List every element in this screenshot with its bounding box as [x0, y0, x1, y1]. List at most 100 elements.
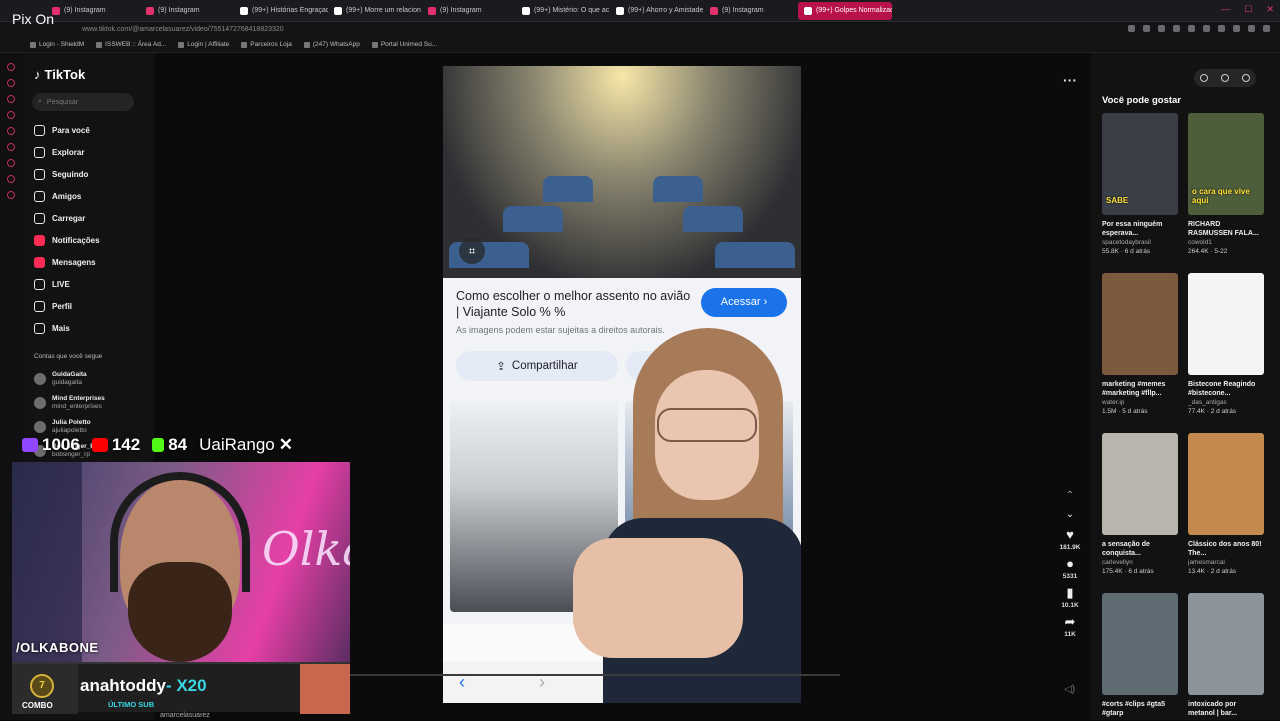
suggested-video-card[interactable]: a sensação de conquista... carlevellyn 175… — [1102, 433, 1178, 575]
video-title[interactable]: Clássico dos anos 80! The... — [1188, 540, 1264, 558]
video-progress-bar[interactable] — [350, 674, 840, 676]
minimize-icon[interactable]: — — [1221, 4, 1230, 15]
nav-label: Para você — [52, 125, 90, 135]
video-thumbnail[interactable] — [1102, 433, 1178, 535]
sidebar-app-icon[interactable] — [7, 191, 15, 199]
video-title[interactable]: Por essa ninguém esperava... — [1102, 220, 1178, 238]
nav-item[interactable]: Para você — [34, 119, 146, 141]
address-bar[interactable]: www.tiktok.com/@amarcelasuarez/video/755… — [0, 22, 1280, 37]
sidebar-app-icon[interactable] — [7, 143, 15, 151]
extension-icon[interactable] — [1128, 25, 1135, 32]
video-thumbnail[interactable]: SABE — [1102, 113, 1178, 215]
sidebar-app-icon[interactable] — [7, 175, 15, 183]
suggested-video-card[interactable]: SABE Por essa ninguém esperava... spacetod… — [1102, 113, 1178, 255]
nav-item[interactable]: Carregar — [34, 207, 146, 229]
save-action[interactable]: ▮ 10.1K — [1061, 586, 1078, 610]
access-button[interactable]: Acessar › — [701, 288, 787, 317]
bookmark-item[interactable]: Parceiros Loja — [241, 41, 292, 48]
extension-icon[interactable] — [1233, 25, 1240, 32]
browser-tab[interactable]: (99+) Mistério: O que ac — [516, 2, 610, 20]
video-title[interactable]: RICHARD RASMUSSEN FALA... — [1188, 220, 1264, 238]
browser-tab[interactable]: (9) Instagram — [422, 2, 516, 20]
video-author[interactable]: amarcelasuarez — [160, 712, 210, 719]
maximize-icon[interactable]: ☐ — [1244, 4, 1252, 15]
browser-tab[interactable]: (99+) Morre um relacion — [328, 2, 422, 20]
comment-action[interactable]: ● 5331 — [1063, 557, 1077, 581]
video-author[interactable]: carlevellyn — [1102, 559, 1178, 566]
chevron-down-icon[interactable]: ⌄ — [1066, 509, 1074, 520]
nav-item[interactable]: Explorar — [34, 141, 146, 163]
nav-item[interactable]: LIVE — [34, 273, 146, 295]
bookmark-item[interactable]: Login - ShieldM — [30, 41, 84, 48]
search-input[interactable]: ⌕ Pesquisar — [32, 93, 134, 111]
result-title[interactable]: Como escolher o melhor assento no avião … — [456, 288, 696, 320]
suggested-video-card[interactable]: intoxicado por metanol | bar... — [1188, 593, 1264, 721]
close-icon[interactable]: ✕ — [1266, 4, 1274, 15]
like-action[interactable]: ♥ 181.9K — [1060, 528, 1081, 552]
tiktok-logo[interactable]: ♪ TikTok — [34, 67, 85, 82]
sidebar-app-icon[interactable] — [7, 111, 15, 119]
browser-tab[interactable]: (99+) Golpes Normalizad — [798, 1, 892, 20]
volume-icon[interactable]: ◁) — [1064, 684, 1075, 695]
suggested-video-card[interactable]: o cara que vive aqui RICHARD RASMUSSEN FA… — [1188, 113, 1264, 255]
extension-icon[interactable] — [1188, 25, 1195, 32]
bookmark-item[interactable]: (247) WhatsApp — [303, 41, 360, 48]
suggested-video-card[interactable]: Bistecone Reagindo #bistecone... _das_ant… — [1188, 273, 1264, 415]
share-action[interactable]: ➦ 11K — [1064, 615, 1076, 639]
nav-item[interactable]: Notificações — [34, 229, 146, 251]
browser-tab[interactable]: (99+) Histórias Engraçad — [234, 2, 328, 20]
suggested-video-card[interactable]: #corts #clips #gta5 #gtarp — [1102, 593, 1178, 721]
following-account[interactable]: GuidaGaita guidagaita — [34, 367, 105, 391]
sidebar-app-icon[interactable] — [7, 95, 15, 103]
extension-icon[interactable] — [1203, 25, 1210, 32]
extension-icon[interactable] — [1263, 25, 1270, 32]
video-thumbnail[interactable] — [1102, 593, 1178, 695]
suggested-video-card[interactable]: Clássico dos anos 80! The... jamesmarcal 1… — [1188, 433, 1264, 575]
video-title[interactable]: #corts #clips #gta5 #gtarp — [1102, 700, 1178, 718]
nav-item[interactable]: Seguindo — [34, 163, 146, 185]
nav-item[interactable]: Mensagens — [34, 251, 146, 273]
following-account[interactable]: Mind Enterprises mind_enterprises — [34, 391, 105, 415]
video-author[interactable]: jamesmarcal — [1188, 559, 1264, 566]
video-thumbnail[interactable]: o cara que vive aqui — [1188, 113, 1264, 215]
nav-item[interactable]: Perfil — [34, 295, 146, 317]
bookmark-item[interactable]: Portal Unimed Su... — [371, 41, 437, 48]
video-author[interactable]: spacetodaybrasil — [1102, 239, 1178, 246]
browser-tab[interactable]: (9) Instagram — [704, 2, 798, 20]
video-thumbnail[interactable] — [1102, 273, 1178, 375]
nav-item[interactable]: Amigos — [34, 185, 146, 207]
video-title[interactable]: intoxicado por metanol | bar... — [1188, 700, 1264, 718]
chevron-up-icon[interactable]: ⌃ — [1066, 490, 1074, 501]
nav-item[interactable]: Mais — [34, 317, 146, 339]
video-thumbnail[interactable] — [1188, 273, 1264, 375]
video-title[interactable]: a sensação de conquista... — [1102, 540, 1178, 558]
browser-tab[interactable]: (99+) Ahorro y Amistade — [610, 2, 704, 20]
bookmark-item[interactable]: ISSWEB :: Área Ad... — [96, 41, 166, 48]
bookmark-item[interactable]: Login | Affiliate — [178, 41, 229, 48]
extension-icon[interactable] — [1173, 25, 1180, 32]
more-options-icon[interactable]: ··· — [1063, 72, 1077, 88]
phone-icon[interactable] — [1220, 74, 1229, 82]
extension-icon[interactable] — [1248, 25, 1255, 32]
avatar-icon[interactable] — [1241, 74, 1250, 82]
browser-tab[interactable]: (9) Instagram — [140, 2, 234, 20]
sidebar-app-icon[interactable] — [7, 159, 15, 167]
video-title[interactable]: Bistecone Reagindo #bistecone... — [1188, 380, 1264, 398]
extension-icon[interactable] — [1143, 25, 1150, 32]
video-thumbnail[interactable] — [1188, 433, 1264, 535]
video-author[interactable]: water.ip — [1102, 399, 1178, 406]
browser-tab[interactable]: (9) Instagram — [46, 2, 140, 20]
lens-scan-icon[interactable]: ⌗ — [459, 238, 485, 264]
video-thumbnail[interactable] — [1188, 593, 1264, 695]
sidebar-app-icon[interactable] — [7, 127, 15, 135]
extension-icon[interactable] — [1218, 25, 1225, 32]
extension-icon[interactable] — [1158, 25, 1165, 32]
suggested-video-card[interactable]: marketing #memes #marketing #fllp... wate… — [1102, 273, 1178, 415]
video-author[interactable]: _das_antigas — [1188, 399, 1264, 406]
sidebar-app-icon[interactable] — [7, 63, 15, 71]
compass-icon[interactable] — [1200, 74, 1209, 82]
video-title[interactable]: marketing #memes #marketing #fllp... — [1102, 380, 1178, 398]
sidebar-app-icon[interactable] — [7, 79, 15, 87]
video-author[interactable]: cowold1 — [1188, 239, 1264, 246]
video-player[interactable]: ⌗ Como escolher o melhor assento no aviã… — [443, 66, 801, 703]
